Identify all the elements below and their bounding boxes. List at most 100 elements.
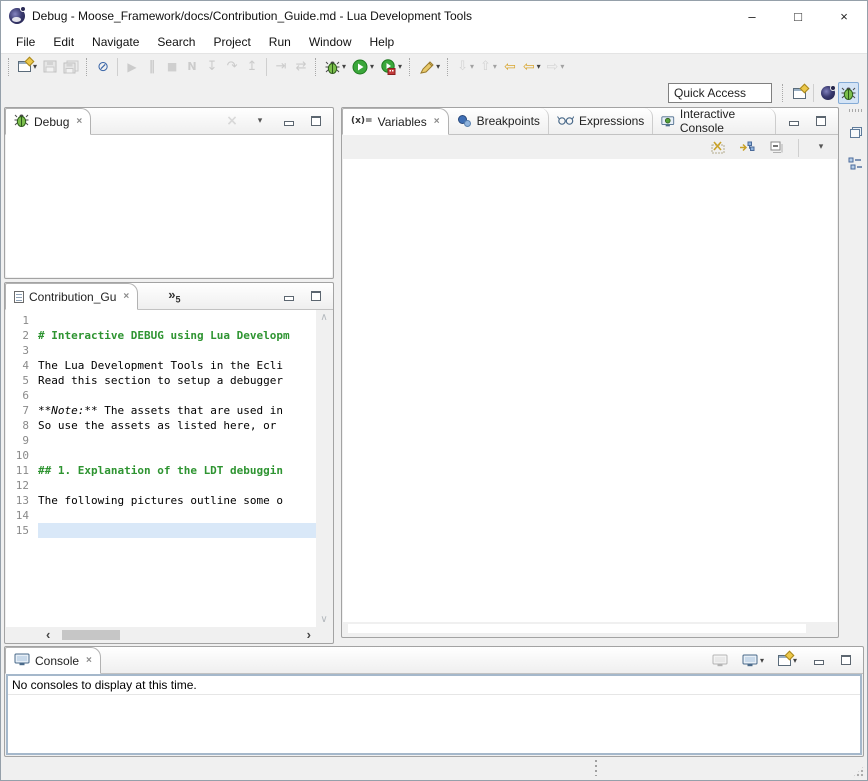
dropdown-arrow-icon[interactable]: ▾: [398, 62, 402, 71]
restore-views-button[interactable]: [846, 121, 866, 143]
window-resize-grip[interactable]: [852, 765, 865, 778]
hscroll-thumb[interactable]: [62, 630, 120, 640]
editor-hscrollbar[interactable]: ‹ ›: [6, 628, 316, 642]
maximize-view-button[interactable]: [811, 110, 831, 132]
editor-line-12[interactable]: 12: [14, 478, 316, 493]
display-selected-console-button[interactable]: ▾: [739, 649, 767, 671]
editor-line-14[interactable]: 14: [14, 508, 316, 523]
menu-file[interactable]: File: [7, 32, 44, 52]
menu-help[interactable]: Help: [361, 32, 404, 52]
dropdown-arrow-icon[interactable]: ▾: [560, 62, 564, 71]
collapse-all-button[interactable]: [766, 137, 786, 159]
editor-line-6[interactable]: 6: [14, 388, 316, 403]
tab-breakpoints[interactable]: Breakpoints: [449, 108, 549, 134]
code-text: [38, 343, 316, 358]
editor-line-8[interactable]: 8So use the assets as listed here, or: [14, 418, 316, 433]
editor-vscrollbar[interactable]: ∧ ∨: [316, 310, 332, 627]
menubar: FileEditNavigateSearchProjectRunWindowHe…: [1, 31, 867, 53]
back-button[interactable]: ⇦▾: [520, 56, 544, 78]
dropdown-arrow-icon[interactable]: ▾: [537, 62, 541, 71]
editor-line-15[interactable]: 15: [14, 523, 316, 538]
close-icon[interactable]: ×: [123, 291, 129, 302]
maximize-view-button[interactable]: [306, 110, 326, 132]
run-button[interactable]: ▾: [349, 56, 377, 78]
menu-edit[interactable]: Edit: [44, 32, 83, 52]
scroll-right-arrow-icon[interactable]: ›: [307, 628, 311, 642]
tab-contribution-guide[interactable]: Contribution_Gu ×: [5, 283, 138, 310]
dropdown-arrow-icon[interactable]: ▾: [470, 62, 474, 71]
open-perspective-icon: [793, 88, 806, 99]
minimize-button[interactable]: –: [729, 1, 775, 31]
code-text: ## 1. Explanation of the LDT debuggin: [38, 463, 316, 478]
lua-perspective-button[interactable]: [818, 82, 838, 104]
editor-line-13[interactable]: 13The following pictures outline some o: [14, 493, 316, 508]
show-logical-structure-button[interactable]: [736, 137, 758, 159]
dropdown-arrow-icon[interactable]: ▾: [436, 62, 440, 71]
marker-pen-button[interactable]: ▾: [416, 56, 443, 78]
tab-debug[interactable]: Debug ×: [5, 108, 91, 135]
line-number: 7: [14, 403, 38, 418]
close-button[interactable]: ×: [821, 1, 867, 31]
tab-interactive-console-label: Interactive Console: [680, 107, 767, 135]
dropdown-arrow-icon[interactable]: ▾: [793, 656, 797, 665]
lua-perspective-icon: [821, 86, 835, 100]
tab-console[interactable]: Console ×: [5, 647, 101, 674]
view-menu-button[interactable]: ▾: [250, 110, 270, 132]
editor-line-2[interactable]: 2# Interactive DEBUG using Lua Developm: [14, 328, 316, 343]
minimize-view-button[interactable]: [278, 285, 298, 307]
skip-all-breakpoints-button[interactable]: ⊘: [93, 56, 113, 78]
dropdown-arrow-icon[interactable]: ▾: [342, 62, 346, 71]
tab-variables[interactable]: (x)=Variables×: [342, 108, 449, 135]
dropdown-arrow-icon[interactable]: ▾: [760, 656, 764, 665]
last-edit-location-button[interactable]: ⇦: [500, 56, 520, 78]
minimize-view-button[interactable]: [783, 110, 803, 132]
trim-drag-handle[interactable]: [849, 109, 863, 112]
outline-view-button[interactable]: [845, 152, 866, 174]
scroll-left-arrow-icon[interactable]: ‹: [46, 628, 50, 642]
menu-search[interactable]: Search: [148, 32, 204, 52]
status-drag-handle[interactable]: [595, 760, 597, 776]
minimize-view-button[interactable]: [808, 649, 828, 671]
minimize-view-button[interactable]: [278, 110, 298, 132]
app-logo-icon: [9, 8, 25, 24]
ide-window: Debug - Moose_Framework/docs/Contributio…: [0, 0, 868, 781]
dropdown-arrow-icon[interactable]: ▾: [370, 62, 374, 71]
maximize-view-button[interactable]: [836, 649, 856, 671]
open-console-button[interactable]: ▾: [775, 649, 800, 671]
maximize-button[interactable]: □: [775, 1, 821, 31]
close-icon[interactable]: ×: [86, 655, 92, 666]
new-wizard-button[interactable]: ▾: [15, 56, 40, 78]
debug-perspective-button[interactable]: [838, 82, 859, 104]
menu-navigate[interactable]: Navigate: [83, 32, 148, 52]
more-editors-indicator[interactable]: »5: [168, 287, 180, 305]
dropdown-arrow-icon[interactable]: ▾: [33, 62, 37, 71]
outline-view-icon: [848, 157, 863, 170]
menu-run[interactable]: Run: [260, 32, 300, 52]
editor-line-11[interactable]: 11## 1. Explanation of the LDT debuggin: [14, 463, 316, 478]
quick-access-input[interactable]: Quick Access: [668, 83, 772, 103]
tab-interactive-console[interactable]: Interactive Console: [653, 108, 776, 134]
tab-expressions[interactable]: Expressions: [549, 108, 653, 134]
editor-line-4[interactable]: 4The Lua Development Tools in the Ecli: [14, 358, 316, 373]
editor-line-9[interactable]: 9: [14, 433, 316, 448]
variables-hscrollbar[interactable]: [348, 624, 806, 633]
menu-window[interactable]: Window: [300, 32, 361, 52]
editor-line-1[interactable]: 1: [14, 313, 316, 328]
close-icon[interactable]: ×: [434, 116, 440, 127]
editor-line-7[interactable]: 7**Note:** The assets that are used in: [14, 403, 316, 418]
close-icon[interactable]: ×: [76, 116, 82, 127]
editor-line-10[interactable]: 10: [14, 448, 316, 463]
editor-line-3[interactable]: 3: [14, 343, 316, 358]
scroll-up-arrow-icon[interactable]: ∧: [316, 312, 332, 323]
view-menu-button[interactable]: ▾: [811, 137, 831, 159]
open-perspective-button[interactable]: [789, 82, 809, 104]
run-external-tools-button[interactable]: ▾: [377, 56, 405, 78]
debug-button[interactable]: ▾: [322, 56, 349, 78]
show-type-names-button[interactable]: [708, 137, 728, 159]
scroll-down-arrow-icon[interactable]: ∨: [316, 614, 332, 625]
tab-variables-label: Variables: [378, 115, 427, 129]
editor-line-5[interactable]: 5Read this section to setup a debugger: [14, 373, 316, 388]
dropdown-arrow-icon[interactable]: ▾: [493, 62, 497, 71]
menu-project[interactable]: Project: [204, 32, 259, 52]
maximize-view-button[interactable]: [306, 285, 326, 307]
